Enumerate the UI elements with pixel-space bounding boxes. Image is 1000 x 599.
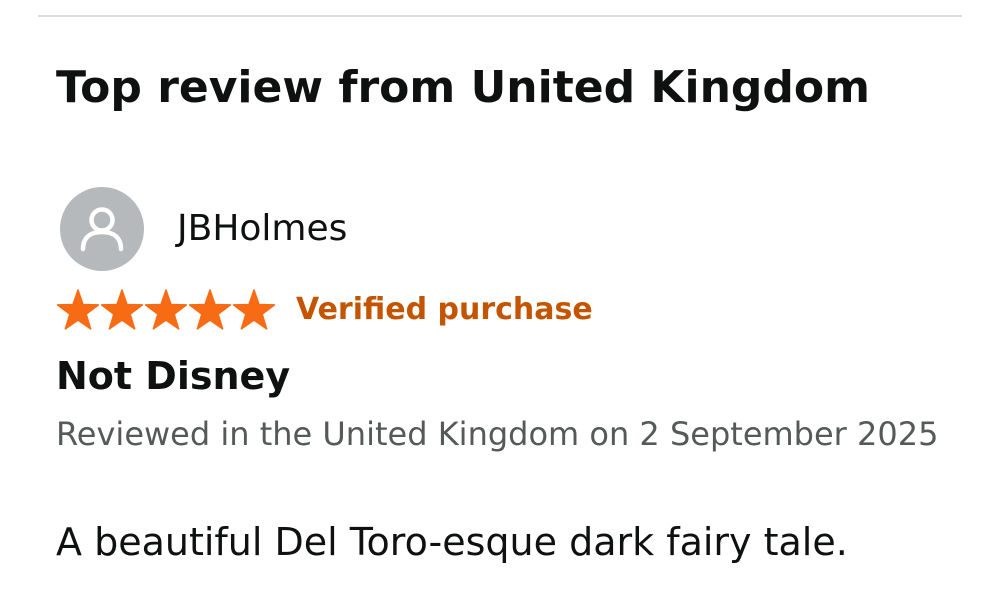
avatar[interactable] bbox=[60, 187, 144, 271]
star-icon bbox=[56, 289, 100, 330]
reviewer-name[interactable]: JBHolmes bbox=[177, 207, 347, 251]
review-date: Reviewed in the United Kingdom on 2 Sept… bbox=[56, 415, 939, 453]
reviewer-profile[interactable]: JBHolmes bbox=[60, 186, 347, 272]
star-icon bbox=[188, 289, 232, 330]
section-title: Top review from United Kingdom bbox=[56, 62, 870, 113]
review-title[interactable]: Not Disney bbox=[56, 350, 290, 402]
verified-purchase-badge: Verified purchase bbox=[296, 292, 593, 327]
star-icon bbox=[100, 289, 144, 330]
star-rating[interactable] bbox=[56, 287, 276, 333]
person-icon bbox=[80, 207, 124, 252]
review-body: A beautiful Del Toro-esque dark fairy ta… bbox=[56, 520, 848, 564]
star-icon bbox=[144, 289, 188, 330]
section-divider bbox=[38, 15, 962, 17]
rating-row: Verified purchase bbox=[56, 287, 593, 333]
star-icon bbox=[232, 289, 276, 330]
